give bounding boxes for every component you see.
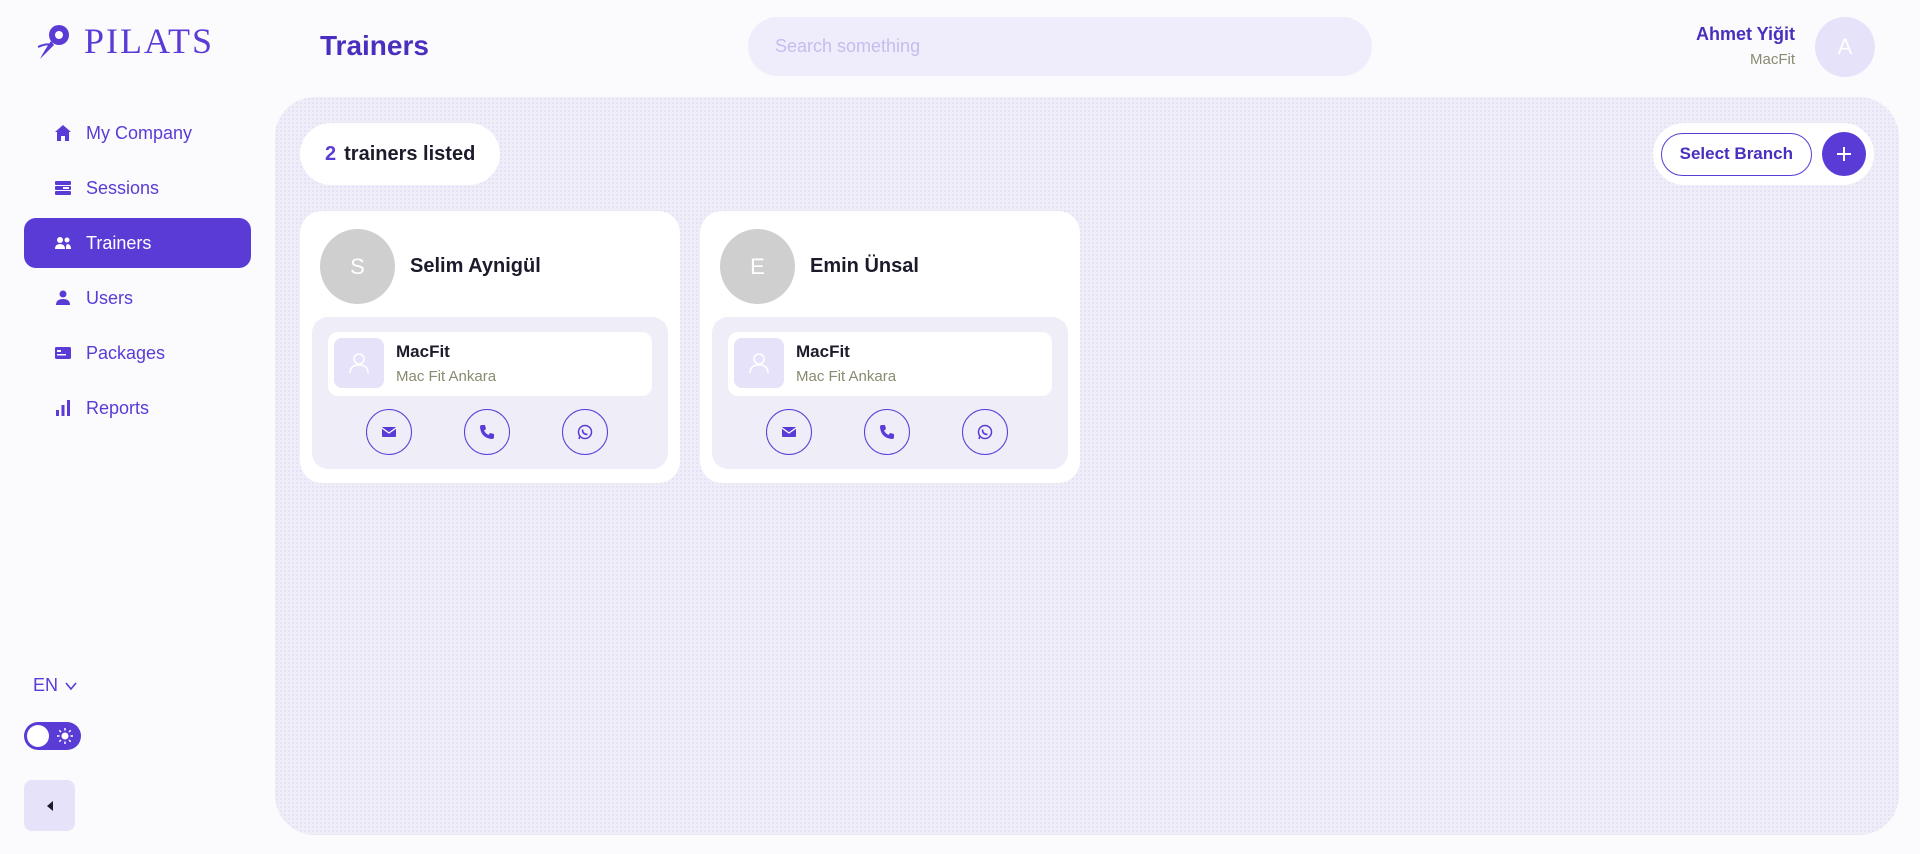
trainer-card-details: MacFit Mac Fit Ankara xyxy=(712,317,1068,469)
branch-user-icon xyxy=(334,338,384,388)
logo[interactable]: PILATS xyxy=(36,20,214,62)
collapse-sidebar-button[interactable] xyxy=(24,780,75,831)
whatsapp-button[interactable] xyxy=(562,409,608,455)
trainer-branch: MacFit Mac Fit Ankara xyxy=(328,332,652,396)
trainer-card[interactable]: S Selim Aynigül MacFit Mac Fit Ankara xyxy=(300,211,680,483)
chevron-down-icon xyxy=(65,681,77,690)
caret-left-icon xyxy=(46,800,53,811)
page-title: Trainers xyxy=(320,30,429,61)
sidebar-item-my-company[interactable]: My Company xyxy=(24,108,251,158)
pilats-logo-icon xyxy=(37,25,69,59)
sidebar-item-trainers[interactable]: Trainers xyxy=(24,218,251,268)
trainer-card-details: MacFit Mac Fit Ankara xyxy=(312,317,668,469)
language-label: EN xyxy=(33,675,59,695)
sidebar-item-label: Packages xyxy=(86,342,166,363)
trainers-icon xyxy=(54,234,72,252)
main-panel: 2 trainers listed Select Branch S Selim … xyxy=(275,97,1899,835)
whatsapp-icon xyxy=(577,424,593,440)
email-button[interactable] xyxy=(366,409,412,455)
mail-icon xyxy=(781,427,797,437)
sun-icon xyxy=(57,728,73,744)
mail-icon xyxy=(381,427,397,437)
sessions-icon xyxy=(54,179,72,197)
phone-icon xyxy=(880,425,894,439)
select-branch-button[interactable]: Select Branch xyxy=(1660,132,1812,176)
user-name: Ahmet Yiğit xyxy=(1695,24,1795,44)
whatsapp-icon xyxy=(977,424,993,440)
trainer-avatar: S xyxy=(320,229,395,304)
search-input[interactable] xyxy=(748,17,1372,76)
trainer-card[interactable]: E Emin Ünsal MacFit Mac Fit Ankara xyxy=(700,211,1080,483)
user-company: MacFit xyxy=(1750,51,1795,68)
sidebar-item-sessions[interactable]: Sessions xyxy=(24,163,251,213)
sidebar-item-label: Reports xyxy=(86,397,150,418)
sidebar-item-users[interactable]: Users xyxy=(24,273,251,323)
reports-icon xyxy=(54,399,72,417)
trainer-name: Emin Ünsal xyxy=(810,255,919,277)
branch-name: MacFit xyxy=(796,342,850,361)
sidebar: PILATS My Company Sessions Trainers User… xyxy=(0,0,272,854)
branch-name: MacFit xyxy=(396,342,450,361)
sidebar-item-reports[interactable]: Reports xyxy=(24,383,251,433)
sidebar-item-label: Sessions xyxy=(86,177,160,198)
trainer-branch: MacFit Mac Fit Ankara xyxy=(728,332,1052,396)
user-icon xyxy=(54,289,72,307)
add-trainer-button[interactable] xyxy=(1822,132,1866,176)
trainer-count-number: 2 xyxy=(325,142,337,165)
sidebar-item-label: Users xyxy=(86,287,134,308)
branch-location: Mac Fit Ankara xyxy=(396,368,497,385)
sidebar-item-packages[interactable]: Packages xyxy=(24,328,251,378)
sidebar-item-label: My Company xyxy=(86,122,193,143)
trainer-count-label: trainers listed xyxy=(344,142,476,165)
email-button[interactable] xyxy=(766,409,812,455)
contact-actions xyxy=(366,409,608,455)
contact-actions xyxy=(766,409,1008,455)
sidebar-item-label: Trainers xyxy=(86,232,152,253)
user-info[interactable]: Ahmet Yiğit MacFit xyxy=(1696,24,1795,68)
phone-icon xyxy=(480,425,494,439)
branch-user-icon xyxy=(734,338,784,388)
trainer-avatar: E xyxy=(720,229,795,304)
phone-button[interactable] xyxy=(864,409,910,455)
theme-toggle[interactable] xyxy=(24,722,81,750)
branch-location: Mac Fit Ankara xyxy=(796,368,897,385)
avatar[interactable]: A xyxy=(1815,17,1875,77)
toolbar: Select Branch xyxy=(1652,123,1874,185)
trainer-list: S Selim Aynigül MacFit Mac Fit Ankara E … xyxy=(300,211,1080,483)
logo-text: PILATS xyxy=(84,21,215,61)
home-icon xyxy=(54,124,72,142)
sidebar-nav: My Company Sessions Trainers Users Packa… xyxy=(24,108,251,438)
language-selector[interactable]: EN xyxy=(33,675,78,696)
plus-icon xyxy=(1837,147,1851,161)
packages-icon xyxy=(54,344,72,362)
trainer-name: Selim Aynigül xyxy=(410,255,541,277)
whatsapp-button[interactable] xyxy=(962,409,1008,455)
toggle-knob xyxy=(27,725,49,747)
trainer-count: 2 trainers listed xyxy=(300,123,501,185)
phone-button[interactable] xyxy=(464,409,510,455)
